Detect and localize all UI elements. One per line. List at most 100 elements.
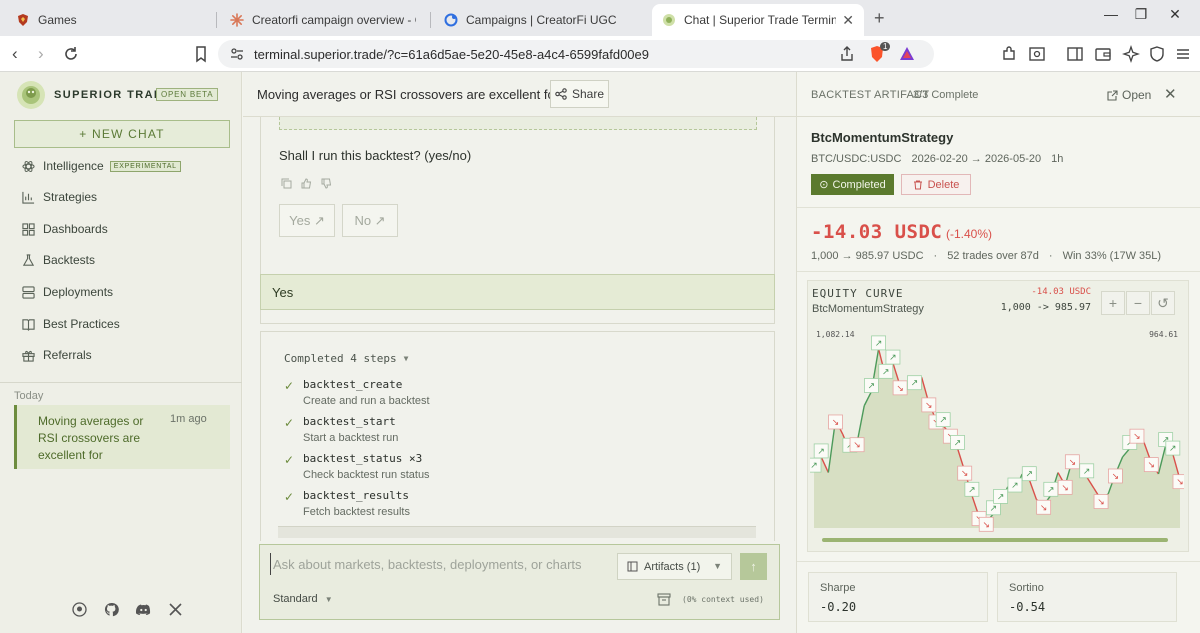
discord-icon[interactable] bbox=[135, 602, 151, 617]
github-icon[interactable] bbox=[104, 602, 119, 617]
trade-exit-marker[interactable]: ↘ bbox=[1036, 499, 1052, 515]
browser-tab-bar: Games Creatorfi campaign overview - Clau… bbox=[0, 0, 1200, 36]
trade-entry-marker[interactable]: ↗ bbox=[813, 443, 829, 459]
artifacts-button[interactable]: Artifacts (1) ▼ bbox=[617, 553, 732, 580]
close-icon[interactable]: ✕ bbox=[1164, 85, 1177, 103]
delete-button[interactable]: Delete bbox=[901, 174, 971, 195]
sidebar-item-strategies[interactable]: Strategies bbox=[22, 186, 97, 208]
steps-toggle[interactable]: Completed 4 steps ▼ bbox=[284, 352, 408, 365]
tab-creatorfi[interactable]: Campaigns | CreatorFi UGC bbox=[434, 4, 640, 36]
no-button[interactable]: No ↗ bbox=[342, 204, 398, 237]
tab-title: Creatorfi campaign overview - Claude bbox=[252, 13, 416, 27]
trade-entry-marker[interactable]: ↗ bbox=[950, 434, 965, 450]
sidebar-item-dashboards[interactable]: Dashboards bbox=[22, 218, 108, 240]
thumbs-down-icon[interactable] bbox=[321, 178, 332, 189]
trade-entry-marker[interactable]: ↗ bbox=[871, 335, 886, 351]
trade-exit-marker[interactable]: ↘ bbox=[1108, 468, 1123, 484]
trade-entry-marker[interactable]: ↗ bbox=[964, 481, 980, 497]
tab-games[interactable]: Games bbox=[6, 4, 212, 36]
divider bbox=[797, 271, 1200, 272]
trade-exit-marker[interactable]: ↘ bbox=[1172, 474, 1184, 490]
zoom-in-button[interactable]: + bbox=[1101, 291, 1125, 315]
superior-trade-logo[interactable] bbox=[16, 80, 46, 110]
strategy-date-range: 2026-02-20 → 2026-05-20 bbox=[911, 153, 1042, 165]
trade-entry-marker[interactable]: ↗ bbox=[878, 363, 894, 379]
send-button[interactable]: ↑ bbox=[740, 553, 767, 580]
wallet-icon[interactable] bbox=[1094, 45, 1112, 63]
trade-entry-marker[interactable]: ↗ bbox=[935, 412, 951, 428]
menu-icon[interactable] bbox=[1174, 45, 1192, 63]
close-icon[interactable]: ✕ bbox=[842, 12, 854, 29]
x-icon[interactable] bbox=[168, 602, 183, 617]
url-field[interactable]: terminal.superior.trade/?c=61a6d5ae-5e20… bbox=[218, 40, 934, 68]
share-button[interactable]: Share bbox=[550, 80, 609, 108]
zoom-out-button[interactable]: − bbox=[1126, 291, 1150, 315]
thumbs-up-icon[interactable] bbox=[301, 178, 312, 189]
archive-icon[interactable] bbox=[657, 593, 671, 606]
chat-history-item[interactable]: Moving averages or RSI crossovers are ex… bbox=[14, 405, 230, 469]
strategy-pair: BTC/USDC:USDC bbox=[811, 153, 902, 165]
tab-superior-trade[interactable]: Chat | Superior Trade Terminal ✕ bbox=[652, 4, 864, 36]
sidebar-item-referrals[interactable]: Referrals bbox=[22, 344, 92, 366]
trade-exit-marker[interactable]: ↘ bbox=[828, 414, 843, 430]
trade-exit-marker[interactable]: ↘ bbox=[1143, 457, 1159, 473]
sidebar-item-best-practices[interactable]: Best Practices bbox=[22, 313, 120, 335]
brave-rewards-icon[interactable] bbox=[898, 45, 916, 63]
open-button[interactable]: Open bbox=[1107, 88, 1151, 102]
trade-entry-marker[interactable]: ↗ bbox=[1165, 440, 1181, 456]
yes-button[interactable]: Yes ↗ bbox=[279, 204, 335, 237]
brand-mark-icon[interactable] bbox=[72, 602, 87, 617]
trade-exit-marker[interactable]: ↘ bbox=[957, 465, 973, 481]
site-settings-icon[interactable] bbox=[228, 45, 246, 63]
sidebar-item-intelligence[interactable]: Intelligence EXPERIMENTAL bbox=[22, 155, 181, 177]
trade-exit-marker[interactable]: ↘ bbox=[1057, 479, 1073, 495]
equity-chart[interactable]: ↗↗↘↗↘↗↗↗↗↘↗↘↘↗↘↗↘↗↘↘↗↗↗↗↘↗↘↘↗↘↘↗↘↘↗↗↘ 1,… bbox=[810, 323, 1184, 549]
arrow-up-right-icon: ↗ bbox=[1169, 444, 1177, 454]
leo-ai-icon[interactable] bbox=[1122, 45, 1140, 63]
tab-claude[interactable]: Creatorfi campaign overview - Claude bbox=[220, 4, 426, 36]
extensions-icon[interactable] bbox=[1000, 45, 1018, 63]
trade-exit-marker[interactable]: ↘ bbox=[1129, 428, 1145, 444]
arrow-up-right-icon: ↗ bbox=[875, 339, 883, 349]
check-icon: ✓ bbox=[284, 379, 295, 393]
minimize-icon[interactable]: — bbox=[1096, 6, 1126, 22]
maximize-icon[interactable]: ❐ bbox=[1126, 6, 1156, 23]
sidebar-item-label: Deployments bbox=[43, 285, 114, 299]
trade-entry-marker[interactable]: ↗ bbox=[1079, 463, 1095, 479]
trade-entry-marker[interactable]: ↗ bbox=[885, 349, 901, 365]
trade-exit-marker[interactable]: ↘ bbox=[849, 437, 865, 453]
copy-icon[interactable] bbox=[281, 178, 292, 189]
new-tab-button[interactable]: + bbox=[874, 8, 885, 29]
close-window-icon[interactable]: ✕ bbox=[1160, 6, 1190, 23]
sidebar-item-backtests[interactable]: Backtests bbox=[22, 249, 95, 271]
trade-exit-marker[interactable]: ↘ bbox=[1093, 494, 1109, 509]
trade-exit-marker[interactable]: ↘ bbox=[978, 516, 994, 532]
sidebar-item-deployments[interactable]: Deployments bbox=[22, 281, 113, 303]
trade-entry-marker[interactable]: ↗ bbox=[907, 375, 922, 391]
vpn-icon[interactable] bbox=[1148, 45, 1166, 63]
trade-exit-marker[interactable]: ↘ bbox=[892, 380, 908, 396]
mode-select[interactable]: Standard ▼ bbox=[273, 593, 333, 605]
sidebar-item-label: Intelligence bbox=[43, 159, 104, 173]
back-icon[interactable]: ‹ bbox=[12, 44, 18, 64]
reset-zoom-button[interactable]: ↺ bbox=[1151, 291, 1175, 315]
reader-icon[interactable] bbox=[1028, 45, 1046, 63]
trade-entry-marker[interactable]: ↗ bbox=[810, 457, 822, 473]
trade-exit-marker[interactable]: ↘ bbox=[921, 397, 937, 413]
trade-entry-marker[interactable]: ↗ bbox=[1007, 477, 1023, 493]
chart-scrollbar[interactable] bbox=[822, 538, 1168, 542]
chat-input[interactable] bbox=[270, 553, 610, 575]
trade-exit-marker[interactable]: ↘ bbox=[1064, 454, 1080, 470]
trade-entry-marker[interactable]: ↗ bbox=[864, 378, 879, 393]
trade-entry-marker[interactable]: ↗ bbox=[1043, 481, 1059, 497]
sidebar-toggle-icon[interactable] bbox=[1066, 45, 1084, 63]
arrow-down-right-icon: ↘ bbox=[1097, 498, 1105, 508]
share-page-icon[interactable] bbox=[838, 45, 856, 63]
reload-icon[interactable] bbox=[62, 45, 80, 63]
trade-entry-marker[interactable]: ↗ bbox=[993, 489, 1008, 504]
new-chat-button[interactable]: + NEW CHAT bbox=[14, 120, 230, 148]
forward-icon[interactable]: › bbox=[38, 44, 44, 64]
bookmark-icon[interactable] bbox=[192, 45, 210, 63]
trade-entry-marker[interactable]: ↗ bbox=[1021, 466, 1037, 482]
metric-card-sharpe: Sharpe -0.20 bbox=[808, 572, 988, 622]
